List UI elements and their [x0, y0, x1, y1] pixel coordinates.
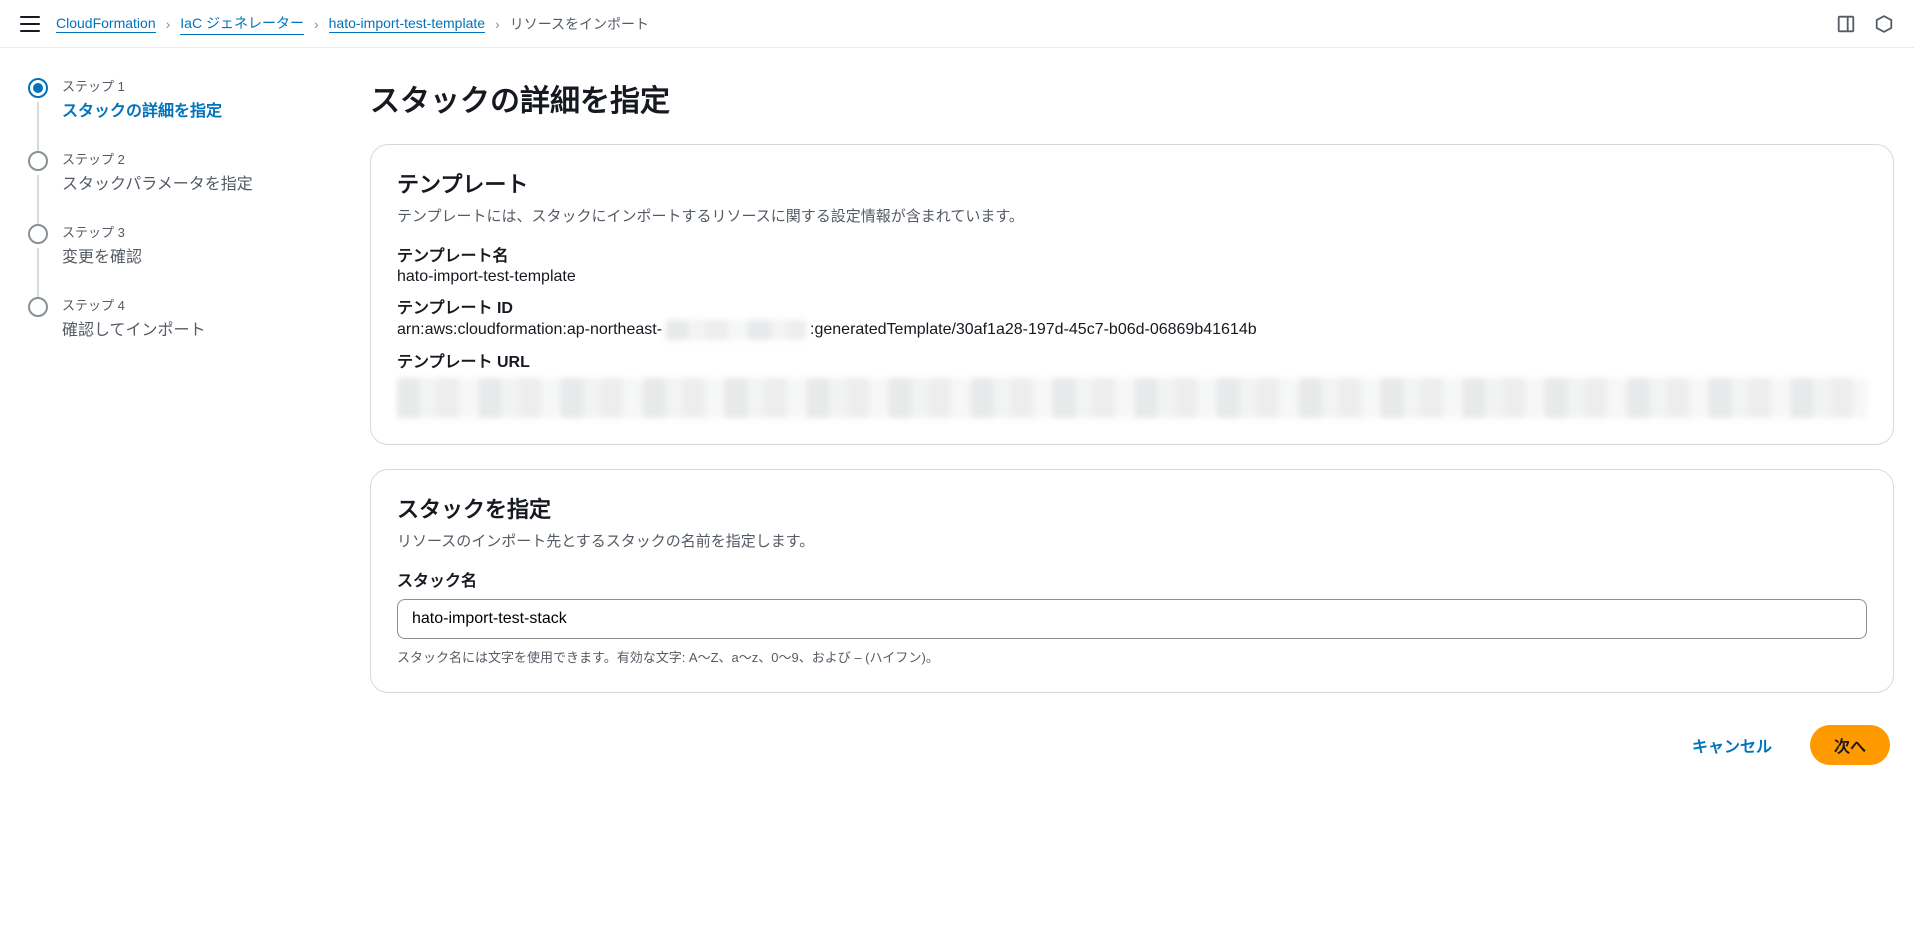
stack-name-label: スタック名 [397, 567, 1867, 591]
topbar-left: CloudFormation › IaC ジェネレーター › hato-impo… [20, 13, 649, 35]
redacted-region-account [666, 320, 806, 340]
template-name-label: テンプレート名 [397, 242, 1867, 266]
template-url-label: テンプレート URL [397, 348, 1867, 372]
breadcrumb-generator[interactable]: IaC ジェネレーター [180, 13, 304, 35]
cancel-button[interactable]: キャンセル [1668, 725, 1796, 765]
step-1[interactable]: ステップ 1 スタックの詳細を指定 [28, 76, 330, 149]
page-body: ステップ 1 スタックの詳細を指定 ステップ 2 スタックパラメータを指定 ステ… [0, 48, 1914, 805]
step-3-number: ステップ 3 [62, 222, 142, 241]
wizard-actions: キャンセル 次へ [370, 717, 1894, 785]
template-name-value: hato-import-test-template [397, 268, 1867, 286]
breadcrumb-template[interactable]: hato-import-test-template [329, 15, 485, 33]
hamburger-menu-icon[interactable] [20, 16, 40, 32]
stack-name-input[interactable] [397, 599, 1867, 639]
step-3[interactable]: ステップ 3 変更を確認 [28, 222, 330, 295]
panel-icon[interactable] [1836, 14, 1856, 34]
template-panel-title: テンプレート [397, 167, 1867, 199]
template-id-label: テンプレート ID [397, 294, 1867, 318]
step-3-title: 変更を確認 [62, 243, 142, 267]
step-2[interactable]: ステップ 2 スタックパラメータを指定 [28, 149, 330, 222]
stack-panel: スタックを指定 リソースのインポート先とするスタックの名前を指定します。 スタッ… [370, 469, 1894, 693]
chevron-right-icon: › [166, 16, 171, 32]
stack-name-hint: スタック名には文字を使用できます。有効な文字: A～Z、a～z、0～9、および … [397, 647, 1867, 666]
step-marker-icon [28, 297, 48, 317]
wizard-stepper: ステップ 1 スタックの詳細を指定 ステップ 2 スタックパラメータを指定 ステ… [20, 76, 330, 785]
step-1-title: スタックの詳細を指定 [62, 97, 222, 121]
chevron-right-icon: › [314, 16, 319, 32]
stack-panel-desc: リソースのインポート先とするスタックの名前を指定します。 [397, 530, 1867, 551]
cloudshell-icon[interactable] [1874, 14, 1894, 34]
chevron-right-icon: › [495, 16, 500, 32]
step-2-title: スタックパラメータを指定 [62, 170, 253, 194]
page-title: スタックの詳細を指定 [370, 76, 1894, 120]
template-id-suffix: :generatedTemplate/30af1a28-197d-45c7-b0… [810, 321, 1257, 338]
topbar-right [1836, 14, 1894, 34]
top-bar: CloudFormation › IaC ジェネレーター › hato-impo… [0, 0, 1914, 48]
template-url-value-redacted [397, 378, 1867, 418]
step-marker-active-icon [28, 78, 48, 98]
next-button[interactable]: 次へ [1810, 725, 1890, 765]
step-4-number: ステップ 4 [62, 295, 206, 314]
step-2-number: ステップ 2 [62, 149, 253, 168]
step-marker-icon [28, 224, 48, 244]
stack-panel-title: スタックを指定 [397, 492, 1867, 524]
template-panel-desc: テンプレートには、スタックにインポートするリソースに関する設定情報が含まれていま… [397, 205, 1867, 226]
breadcrumb-current: リソースをインポート [510, 14, 649, 34]
breadcrumb: CloudFormation › IaC ジェネレーター › hato-impo… [56, 13, 649, 35]
template-id-value: arn:aws:cloudformation:ap-northeast- :gen… [397, 320, 1867, 340]
step-1-number: ステップ 1 [62, 76, 222, 95]
template-panel: テンプレート テンプレートには、スタックにインポートするリソースに関する設定情報… [370, 144, 1894, 445]
step-4-title: 確認してインポート [62, 316, 206, 340]
step-marker-icon [28, 151, 48, 171]
main-content: スタックの詳細を指定 テンプレート テンプレートには、スタックにインポートするリ… [370, 76, 1894, 785]
step-4[interactable]: ステップ 4 確認してインポート [28, 295, 330, 368]
breadcrumb-service[interactable]: CloudFormation [56, 15, 156, 33]
template-id-prefix: arn:aws:cloudformation:ap-northeast- [397, 321, 662, 338]
